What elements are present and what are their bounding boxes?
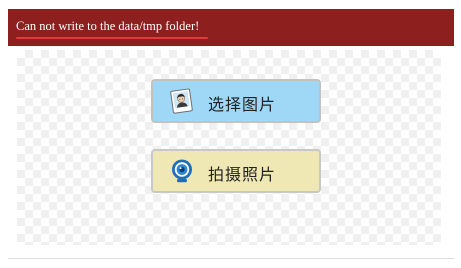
error-message: Can not write to the data/tmp folder! (16, 19, 200, 33)
webcam-icon (169, 158, 195, 184)
take-photo-label: 拍摄照片 (208, 165, 277, 184)
bottom-divider (8, 258, 454, 259)
error-banner: Can not write to the data/tmp folder! (8, 9, 454, 46)
select-photo-button[interactable]: 选择图片 (151, 79, 321, 123)
error-underline (16, 37, 208, 39)
photo-portrait-icon (169, 88, 195, 114)
select-photo-label: 选择图片 (208, 95, 277, 114)
take-photo-button[interactable]: 拍摄照片 (151, 149, 321, 193)
page: Can not write to the data/tmp folder! 选择… (0, 0, 461, 268)
